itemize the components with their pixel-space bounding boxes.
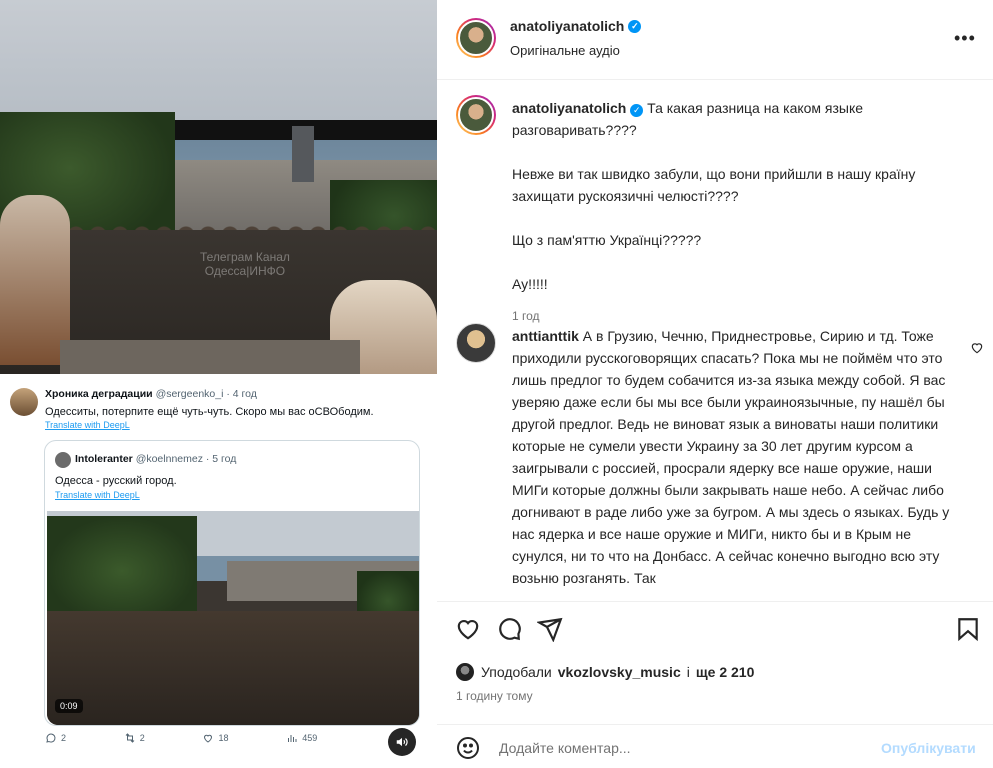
save-bookmark-icon[interactable]	[955, 616, 981, 642]
more-horizontal-icon: •••	[954, 28, 976, 48]
quoted-header: Intoleranter @koelnnemez · 5 год	[75, 453, 237, 465]
quoted-text: Одесса - русский город.	[55, 475, 177, 487]
tweet-translate-link: Translate with DeepL	[45, 420, 130, 430]
author-avatar[interactable]	[456, 18, 496, 58]
tweet-retweets: 2	[124, 732, 145, 744]
more-options-button[interactable]: •••	[954, 29, 976, 47]
post-actions	[455, 616, 985, 644]
commenter-avatar[interactable]	[456, 323, 496, 363]
reply-icon	[46, 733, 56, 743]
publish-button[interactable]: Опублікувати	[881, 740, 976, 756]
tweet-screenshot: Хроника деградации @sergeenko_i · 4 год …	[0, 374, 437, 768]
like-heart-icon[interactable]	[455, 616, 481, 642]
quoted-video: 0:09	[47, 511, 419, 725]
post-timestamp[interactable]: 1 годину тому	[456, 689, 533, 703]
views-icon	[288, 735, 297, 742]
verified-badge-icon: ✓	[628, 19, 642, 33]
heart-icon	[204, 734, 213, 743]
post-footer: Уподобали vkozlovsky_music і ще 2 210 1 …	[437, 601, 993, 768]
comments-section: anatoliyanatolich ✓ Та какая разница на …	[437, 81, 993, 601]
commenter-username[interactable]: anttianttik	[512, 328, 579, 344]
tweet-views: 459	[286, 732, 317, 744]
caption-paragraph: Ау!!!!!	[512, 276, 548, 292]
comment-text: А в Грузию, Чечню, Приднестровье, Сирию …	[512, 328, 950, 586]
comment-like-icon[interactable]	[970, 341, 984, 355]
quoted-avatar	[55, 452, 71, 468]
caption-paragraph: Невже ви так швидко забули, що вони прий…	[512, 166, 920, 204]
video-frame-top: Телеграм Канал Одесса|ИНФО	[0, 0, 437, 374]
caption-paragraph: Що з пам'яттю Українці?????	[512, 232, 702, 248]
likes-count[interactable]: ще 2 210	[696, 664, 755, 680]
original-audio-link[interactable]: Оригінальне аудіо	[510, 43, 620, 58]
comment-input[interactable]	[499, 735, 859, 761]
post-header: anatoliyanatolich ✓ Оригінальне аудіо ••…	[437, 0, 993, 80]
caption-avatar[interactable]	[456, 95, 496, 135]
tweet-header: Хроника деградации @sergeenko_i · 4 год	[45, 388, 257, 400]
tweet-replies: 2	[45, 732, 66, 744]
author-username[interactable]: anatoliyanatolich ✓	[510, 18, 642, 34]
tweet-likes: 18	[202, 732, 228, 744]
audio-toggle-button[interactable]	[388, 728, 416, 756]
tweet-avatar	[10, 388, 38, 416]
speaker-icon	[396, 737, 408, 747]
share-send-icon[interactable]	[537, 616, 563, 642]
emoji-icon[interactable]	[456, 736, 480, 760]
video-watermark: Телеграм Канал Одесса|ИНФО	[200, 250, 290, 278]
caption-username[interactable]: anatoliyanatolich	[512, 100, 626, 116]
quoted-tweet: Intoleranter @koelnnemez · 5 год Одесса …	[44, 440, 420, 726]
caption-timestamp[interactable]: 1 год	[512, 305, 952, 327]
add-comment-bar: Опублікувати	[437, 724, 993, 768]
liker-avatar	[455, 662, 475, 682]
comment-bubble-icon[interactable]	[496, 616, 522, 642]
verified-badge-icon: ✓	[630, 103, 644, 117]
tweet-actions: 2 2 18 459	[45, 732, 405, 744]
tweet-text: Одесситы, потерпите ещё чуть-чуть. Скоро…	[45, 406, 374, 418]
retweet-icon	[125, 733, 135, 743]
post-sidebar: anatoliyanatolich ✓ Оригінальне аудіо ••…	[437, 0, 993, 768]
reel-video[interactable]: Телеграм Канал Одесса|ИНФО Хроника дегра…	[0, 0, 437, 768]
quoted-translate-link: Translate with DeepL	[55, 490, 140, 500]
liker-username[interactable]: vkozlovsky_music	[558, 664, 681, 680]
video-duration: 0:09	[55, 699, 83, 713]
likes-summary[interactable]: Уподобали vkozlovsky_music і ще 2 210	[455, 662, 754, 682]
